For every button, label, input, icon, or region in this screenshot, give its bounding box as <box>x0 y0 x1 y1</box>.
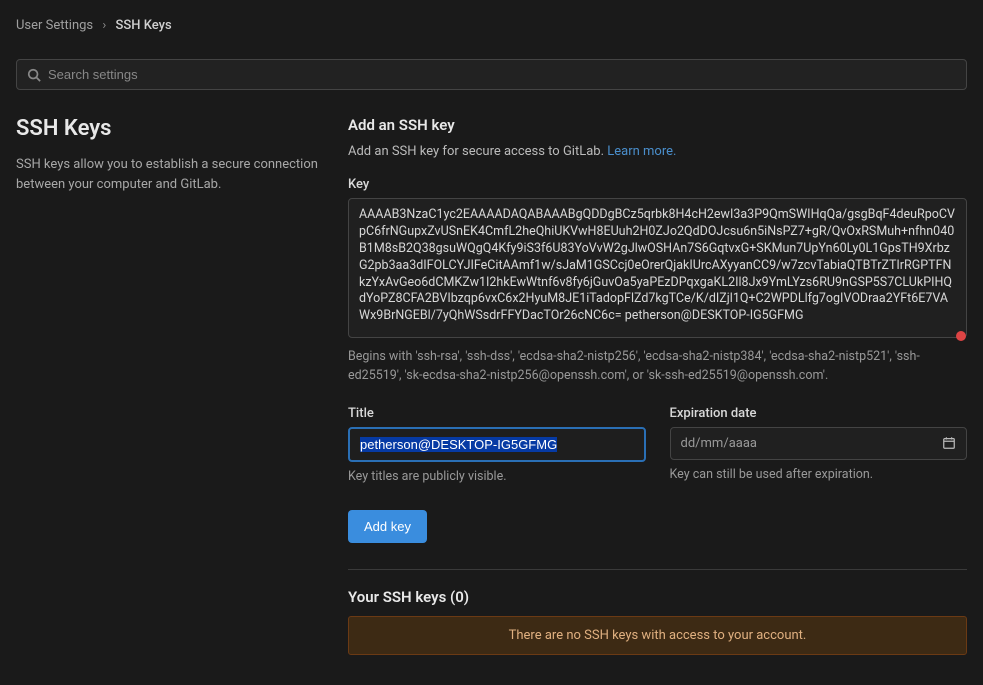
page-description: SSH keys allow you to establish a secure… <box>16 155 324 195</box>
expiration-label: Expiration date <box>670 406 968 421</box>
title-input[interactable] <box>348 427 646 462</box>
content: Add an SSH key Add an SSH key for secure… <box>348 116 967 655</box>
search-settings-box[interactable] <box>16 59 967 90</box>
add-key-button[interactable]: Add key <box>348 510 427 543</box>
calendar-icon <box>942 436 956 450</box>
divider <box>348 569 967 570</box>
title-helper-text: Key titles are publicly visible. <box>348 468 646 487</box>
key-helper-text: Begins with 'ssh-rsa', 'ssh-dss', 'ecdsa… <box>348 348 967 386</box>
learn-more-link[interactable]: Learn more. <box>607 144 676 159</box>
breadcrumb-separator: › <box>102 18 106 33</box>
search-input[interactable] <box>48 67 956 82</box>
breadcrumb-parent[interactable]: User Settings <box>16 18 93 33</box>
expiration-helper-text: Key can still be used after expiration. <box>670 466 968 485</box>
form-intro: Add an SSH key for secure access to GitL… <box>348 144 967 159</box>
breadcrumb: User Settings › SSH Keys <box>0 0 983 41</box>
form-intro-text: Add an SSH key for secure access to GitL… <box>348 144 607 159</box>
key-label: Key <box>348 177 967 192</box>
form-heading: Add an SSH key <box>348 116 967 134</box>
breadcrumb-current: SSH Keys <box>116 18 172 33</box>
search-icon <box>27 68 41 82</box>
keys-list-heading: Your SSH keys (0) <box>348 588 967 606</box>
page-title: SSH Keys <box>16 116 324 141</box>
title-label: Title <box>348 406 646 421</box>
expiration-placeholder: dd/mm/aaaa <box>681 436 943 451</box>
expiration-input[interactable]: dd/mm/aaaa <box>670 427 968 460</box>
sidebar: SSH Keys SSH keys allow you to establish… <box>16 116 324 655</box>
empty-keys-banner: There are no SSH keys with access to you… <box>348 616 967 655</box>
key-textarea[interactable]: AAAAB3NzaC1yc2EAAAADAQABAAABgQDDgBCz5qrb… <box>348 198 967 338</box>
